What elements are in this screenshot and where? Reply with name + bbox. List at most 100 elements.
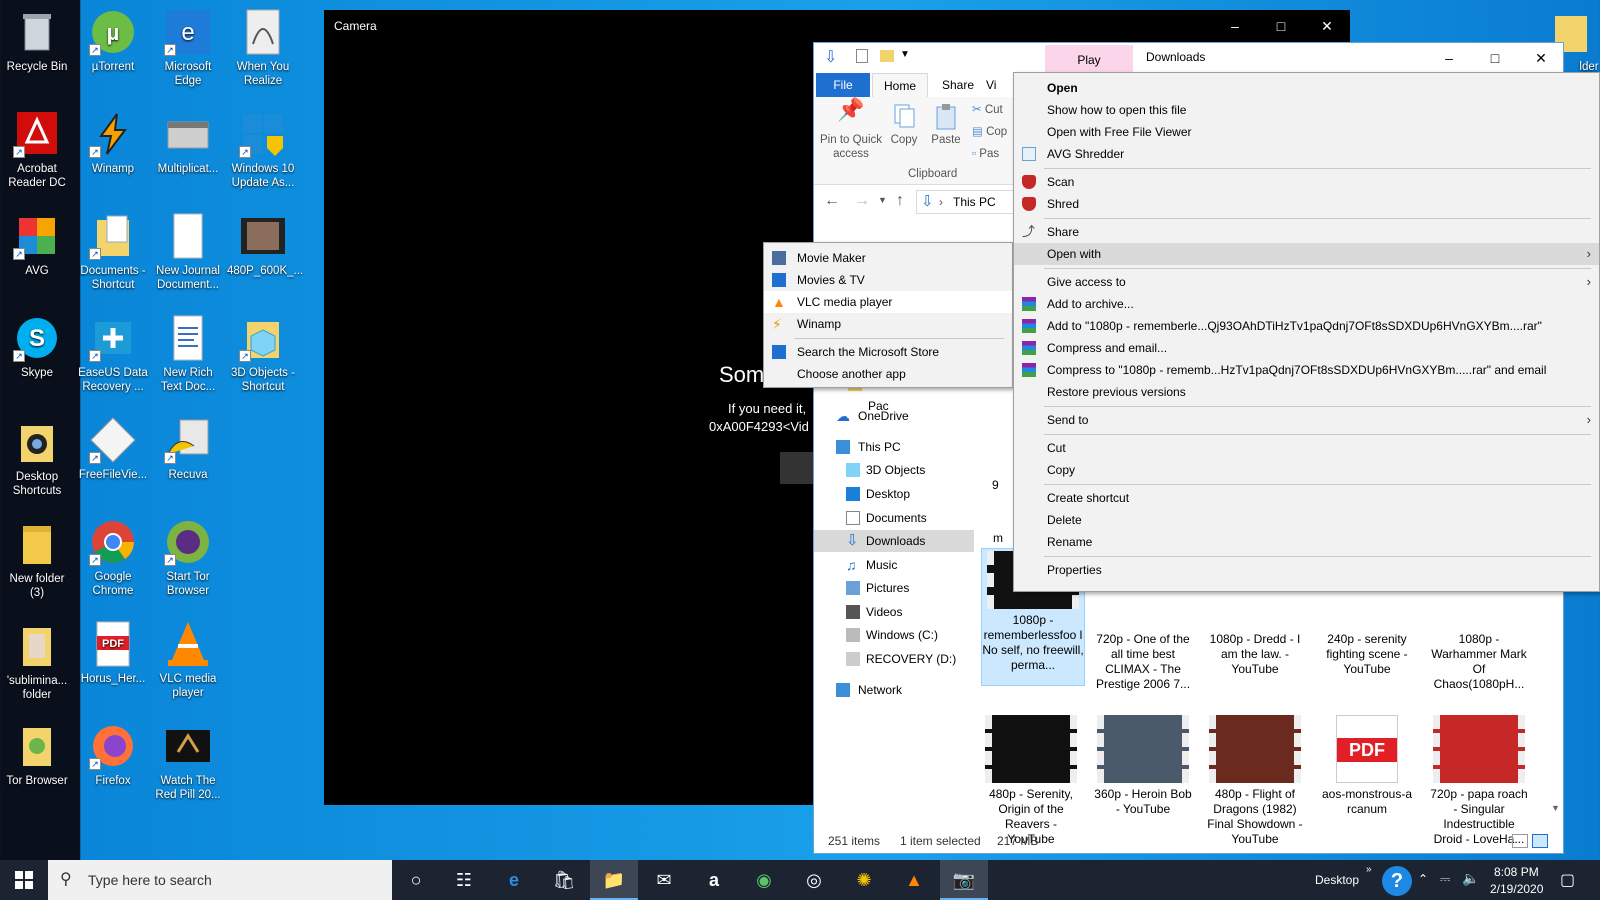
explorer-close-button[interactable]: ✕	[1518, 43, 1564, 73]
taskbar-tripadvisor[interactable]: ◉	[740, 860, 788, 900]
show-hidden-icons-icon[interactable]: ⌃	[1418, 872, 1428, 886]
desktop-icon-windows-10-update[interactable]: ↗ Windows 10 Update As...	[227, 110, 299, 190]
explorer-minimize-button[interactable]: –	[1426, 43, 1472, 73]
nav-item-pictures[interactable]: Pictures	[814, 577, 974, 599]
desktop-toolbar-label[interactable]: Desktop	[1315, 873, 1359, 887]
toolbar-expand-icon[interactable]: »	[1366, 864, 1372, 875]
nav-item-onedrive[interactable]: ☁ OneDrive	[814, 405, 974, 427]
taskbar-store[interactable]: 🛍	[540, 860, 588, 900]
menu-item-properties[interactable]: Properties	[1014, 559, 1599, 581]
copy-button[interactable]: Copy	[886, 103, 922, 147]
help-icon[interactable]: ?	[1382, 866, 1412, 896]
menu-item-movie-maker[interactable]: Movie Maker	[764, 247, 1012, 269]
explorer-maximize-button[interactable]: □	[1472, 43, 1518, 73]
back-icon[interactable]: ←	[824, 192, 840, 210]
nav-item-documents[interactable]: Documents	[814, 507, 974, 529]
menu-item-send-to[interactable]: Send to ›	[1014, 409, 1599, 431]
desktop-icon-utorrent[interactable]: µ ↗ µTorrent	[77, 8, 149, 74]
desktop-icon-recycle-bin[interactable]: Recycle Bin	[1, 8, 73, 74]
camera-minimize-button[interactable]: –	[1212, 14, 1258, 38]
recent-locations-icon[interactable]: ▼	[878, 195, 887, 205]
menu-item-open[interactable]: Open	[1014, 77, 1599, 99]
file-item[interactable]: 720p - papa roach - Singular Indestructi…	[1429, 715, 1529, 847]
menu-item-give-access[interactable]: Give access to ›	[1014, 271, 1599, 293]
breadcrumb-this-pc[interactable]: This PC	[953, 195, 996, 209]
menu-item-rename[interactable]: Rename	[1014, 531, 1599, 553]
menu-item-scan[interactable]: Scan	[1014, 171, 1599, 193]
menu-item-avg-shredder[interactable]: AVG Shredder	[1014, 143, 1599, 165]
download-arrow-icon[interactable]: ⇩	[824, 47, 837, 67]
desktop-icon-winamp[interactable]: ↗ Winamp	[77, 110, 149, 176]
camera-close-button[interactable]: ✕	[1304, 14, 1350, 38]
menu-item-show-how-to-open[interactable]: Show how to open this file	[1014, 99, 1599, 121]
file-item[interactable]: 720p - One of the all time best CLIMAX -…	[1093, 632, 1193, 692]
details-view-icon[interactable]	[1512, 834, 1528, 848]
properties-icon[interactable]	[856, 49, 868, 63]
menu-item-choose-another-app[interactable]: Choose another app	[764, 363, 1012, 385]
file-item[interactable]: 1080p - Warhammer Mark Of Chaos(1080pH..…	[1429, 632, 1529, 692]
desktop-icon-3d-objects-shortcut[interactable]: ↗ 3D Objects - Shortcut	[227, 314, 299, 394]
menu-item-winamp[interactable]: ⚡ Winamp	[764, 313, 1012, 335]
menu-item-delete[interactable]: Delete	[1014, 509, 1599, 531]
menu-item-compress-to-rar-email[interactable]: Compress to "1080p - rememb...HzTv1paQdn…	[1014, 359, 1599, 381]
desktop-icon-when-you-realize[interactable]: When You Realize	[227, 8, 299, 88]
nav-item-recovery-d[interactable]: RECOVERY (D:)	[814, 648, 974, 670]
nav-item-3d-objects[interactable]: 3D Objects	[814, 459, 974, 481]
menu-item-restore-previous-versions[interactable]: Restore previous versions	[1014, 381, 1599, 403]
menu-item-search-store[interactable]: Search the Microsoft Store	[764, 341, 1012, 363]
menu-item-shred[interactable]: Shred	[1014, 193, 1599, 215]
desktop-icon-new-folder-3[interactable]: New folder (3)	[1, 520, 73, 600]
file-item[interactable]: 240p - serenity fighting scene - YouTube	[1317, 632, 1417, 677]
menu-item-movies-tv[interactable]: Movies & TV	[764, 269, 1012, 291]
pin-to-quick-access-button[interactable]: 📌 Pin to Quick access	[818, 99, 884, 161]
desktop-icon-avg[interactable]: ↗ AVG	[1, 212, 73, 278]
forward-icon[interactable]: →	[854, 192, 870, 210]
desktop-icon-acrobat[interactable]: ↗ Acrobat Reader DC	[1, 110, 73, 190]
nav-item-this-pc[interactable]: This PC	[814, 436, 974, 458]
play-context-tab[interactable]: Play	[1045, 45, 1133, 73]
task-view-button[interactable]: ☷	[440, 860, 488, 900]
file-item[interactable]: 480p - Serenity, Origin of the Reavers -…	[981, 715, 1081, 847]
menu-item-copy[interactable]: Copy	[1014, 459, 1599, 481]
desktop-icon-vlc[interactable]: VLC media player	[152, 620, 224, 700]
menu-item-compress-and-email[interactable]: Compress and email...	[1014, 337, 1599, 359]
desktop-icon-480p-video[interactable]: 480P_600K_...	[227, 212, 303, 278]
menu-item-open-with[interactable]: Open with ›	[1014, 243, 1599, 265]
file-item[interactable]: 360p - Heroin Bob - YouTube	[1093, 715, 1193, 817]
camera-maximize-button[interactable]: □	[1258, 14, 1304, 38]
desktop-icon-multiplicat[interactable]: Multiplicat...	[152, 110, 224, 176]
paste-button[interactable]: Paste	[926, 103, 966, 147]
menu-item-create-shortcut[interactable]: Create shortcut	[1014, 487, 1599, 509]
cut-button[interactable]: ✂ Cut	[972, 103, 1003, 117]
nav-item-windows-c[interactable]: Windows (C:)	[814, 624, 974, 646]
taskbar-vlc[interactable]: ▲	[890, 860, 938, 900]
cortana-button[interactable]: ○	[392, 860, 440, 900]
file-item[interactable]: PDF aos-monstrous-a rcanum	[1317, 715, 1417, 817]
desktop-icon-watch-red-pill[interactable]: Watch The Red Pill 20...	[152, 722, 224, 802]
address-bar[interactable]: ⇩ › This PC	[916, 190, 1026, 214]
desktop-icon-tor-browser[interactable]: Tor Browser	[1, 722, 73, 788]
desktop-icon-recuva[interactable]: ↗ Recuva	[152, 416, 224, 482]
action-center-icon[interactable]: ▢	[1560, 870, 1575, 890]
customize-toolbar-icon[interactable]: ▼	[900, 49, 910, 60]
paste-shortcut-button[interactable]: ▫ Pas	[972, 147, 999, 161]
desktop-icon-subliminal-folder[interactable]: 'sublimina... folder	[1, 622, 73, 702]
clock-date[interactable]: 2/19/2020	[1490, 882, 1543, 896]
tab-file[interactable]: File	[816, 73, 870, 97]
desktop-icon-new-journal-document[interactable]: New Journal Document...	[152, 212, 224, 292]
clock-time[interactable]: 8:08 PM	[1494, 865, 1539, 879]
taskbar-app-1[interactable]: ◎	[790, 860, 838, 900]
desktop-icon-firefox[interactable]: ↗ Firefox	[77, 722, 149, 788]
taskbar-edge[interactable]: e	[490, 860, 538, 900]
desktop-icon-new-rich-text[interactable]: New Rich Text Doc...	[152, 314, 224, 394]
desktop-icon-easeus[interactable]: ↗ EaseUS Data Recovery ...	[77, 314, 149, 394]
desktop-icon-horus-pdf[interactable]: PDF Horus_Her...	[77, 620, 149, 686]
taskbar-file-explorer[interactable]: 📁	[590, 860, 638, 900]
menu-item-share[interactable]: ⤴ Share	[1014, 221, 1599, 243]
menu-item-vlc[interactable]: ▲ VLC media player	[764, 291, 1012, 313]
desktop-icon-skype[interactable]: S ↗ Skype	[1, 314, 73, 380]
menu-item-cut[interactable]: Cut	[1014, 437, 1599, 459]
desktop-icon-documents-shortcut[interactable]: ↗ Documents - Shortcut	[77, 212, 149, 292]
menu-item-open-free-file-viewer[interactable]: Open with Free File Viewer	[1014, 121, 1599, 143]
taskbar-camera[interactable]: 📷	[940, 860, 988, 900]
